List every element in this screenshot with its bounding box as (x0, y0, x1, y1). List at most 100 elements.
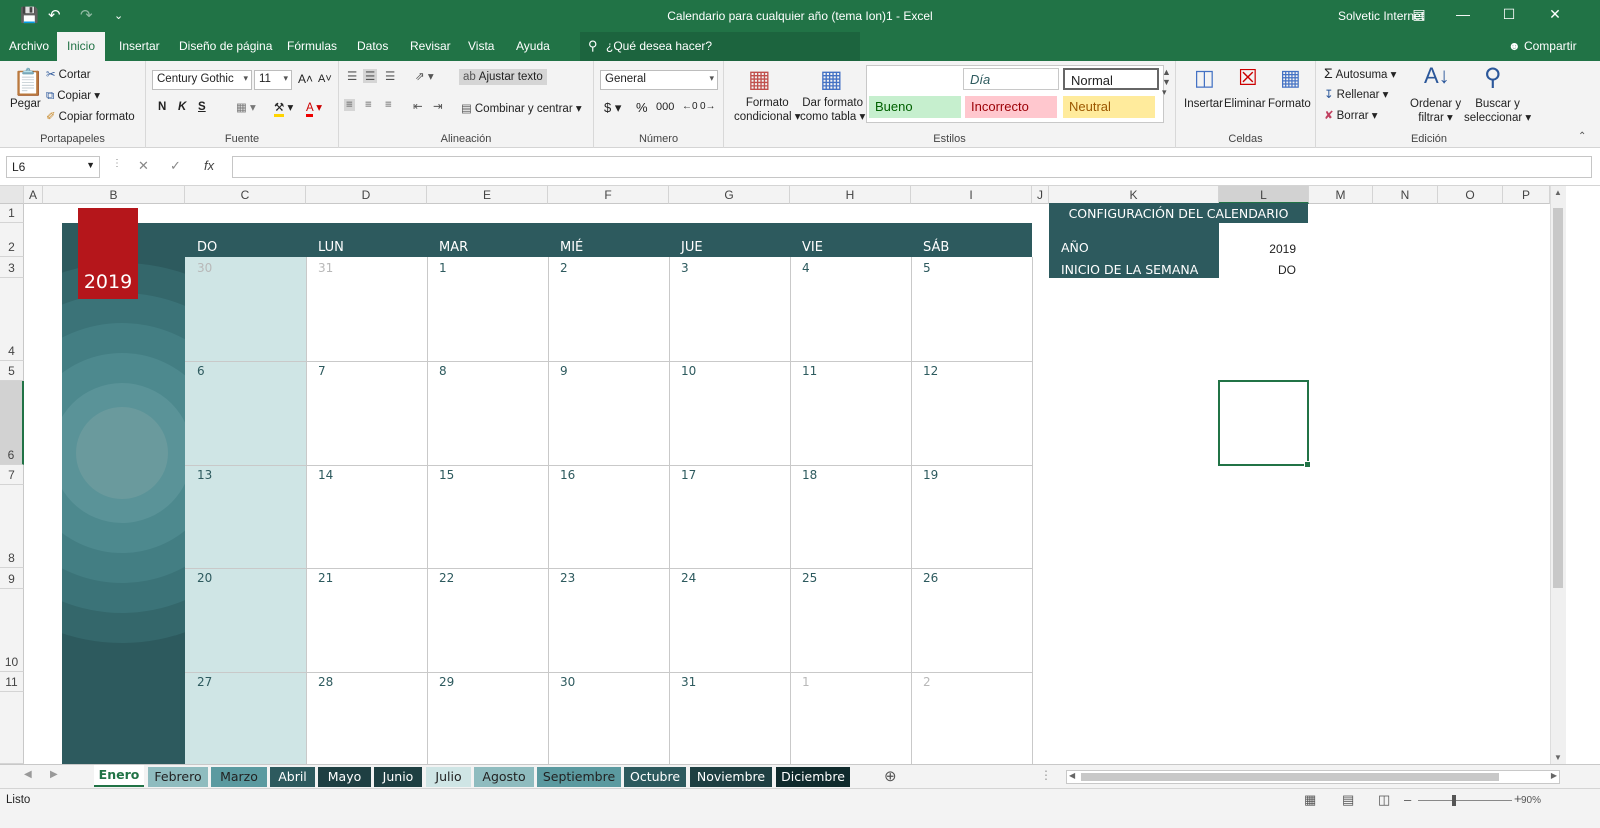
name-box-dropdown-icon[interactable]: ▼ (86, 160, 95, 170)
align-middle-icon[interactable]: ☰ (363, 69, 378, 83)
day-cell[interactable]: 13 (197, 468, 212, 482)
fill-button[interactable]: ↧ Rellenar ▾ (1324, 87, 1388, 101)
sheet-tab-marzo[interactable]: Marzo (211, 767, 267, 787)
row-header-10[interactable]: 10 (0, 589, 24, 672)
tab-archivo[interactable]: Archivo (9, 39, 49, 53)
col-header-i[interactable]: I (911, 186, 1032, 204)
config-year-value[interactable]: 2019 (1236, 242, 1296, 256)
day-cell[interactable]: 9 (560, 364, 568, 378)
style-incorrecto[interactable]: Incorrecto (965, 96, 1057, 118)
day-cell[interactable]: 2 (560, 261, 568, 275)
tab-datos[interactable]: Datos (357, 39, 388, 53)
active-cell-l6[interactable] (1218, 380, 1311, 468)
row-header-2[interactable]: 2 (0, 223, 24, 257)
col-header-l[interactable]: L (1219, 186, 1309, 204)
day-cell[interactable]: 25 (802, 571, 817, 585)
day-cell[interactable]: 6 (197, 364, 205, 378)
day-cell[interactable]: 17 (681, 468, 696, 482)
collapse-ribbon-icon[interactable]: ⌃ (1578, 131, 1586, 142)
cancel-icon[interactable]: ✕ (138, 158, 149, 174)
sheet-tab-mayo[interactable]: Mayo (318, 767, 371, 787)
sheet-tab-octubre[interactable]: Octubre (624, 767, 686, 787)
name-box[interactable]: L6 ▼ (6, 156, 100, 178)
day-cell[interactable]: 20 (197, 571, 212, 585)
day-cell[interactable]: 19 (923, 468, 938, 482)
decrease-font-icon[interactable]: A˅ (318, 73, 332, 85)
day-cell[interactable]: 15 (439, 468, 454, 482)
increase-indent-icon[interactable]: ⇥ (433, 99, 443, 113)
format-cells-icon[interactable]: ▦ (1280, 65, 1301, 91)
page-break-icon[interactable]: ◫ (1378, 792, 1390, 808)
comma-style-icon[interactable]: 000 (656, 101, 674, 113)
worksheet-grid[interactable]: A B C D E F G H I J K L M N O P 1 2 3 4 … (0, 186, 1600, 764)
sheet-tab-abril[interactable]: Abril (270, 767, 315, 787)
day-cell[interactable]: 11 (802, 364, 817, 378)
increase-font-icon[interactable]: A˄ (298, 72, 313, 86)
day-cell[interactable]: 27 (197, 675, 212, 689)
day-cell[interactable]: 10 (681, 364, 696, 378)
tab-split-grip-icon[interactable]: ⋮ (1040, 768, 1052, 782)
bold-button[interactable]: N (158, 101, 166, 113)
day-cell[interactable]: 30 (560, 675, 575, 689)
day-cell[interactable]: 2 (923, 675, 931, 689)
next-sheet-icon[interactable]: ▶ (50, 769, 58, 780)
add-sheet-icon[interactable]: ⊕ (884, 767, 897, 785)
fill-color-icon[interactable]: ⚒ ▾ (274, 100, 293, 117)
percent-icon[interactable]: % (636, 100, 648, 115)
formula-input[interactable] (232, 156, 1592, 178)
italic-button[interactable]: K (178, 101, 186, 113)
zoom-slider[interactable] (1418, 800, 1512, 801)
minimize-icon[interactable]: — (1440, 6, 1486, 22)
tell-me-box[interactable]: ⚲ ¿Qué desea hacer? (580, 32, 860, 61)
conditional-format-button[interactable]: Formato condicional ▾ (734, 97, 801, 123)
row-header-12[interactable] (0, 692, 24, 764)
sheet-tab-julio[interactable]: Julio (426, 767, 471, 787)
zoom-level[interactable]: 90% (1521, 795, 1541, 806)
font-name-select[interactable]: Century Gothic (152, 70, 252, 90)
zoom-out-icon[interactable]: – (1404, 792, 1411, 807)
config-week-start-value[interactable]: DO (1236, 263, 1296, 277)
day-cell[interactable]: 29 (439, 675, 454, 689)
align-top-icon[interactable]: ☰ (347, 69, 357, 83)
day-cell[interactable]: 28 (318, 675, 333, 689)
prev-sheet-icon[interactable]: ◀ (24, 769, 32, 780)
scroll-up-icon[interactable]: ▲ (1554, 188, 1562, 197)
format-as-table-button[interactable]: Dar formato como tabla ▾ (800, 97, 865, 123)
find-select-button[interactable]: Buscar y seleccionar ▾ (1464, 98, 1531, 124)
share-button[interactable]: ☻ Compartir (1508, 39, 1577, 53)
day-cell[interactable]: 24 (681, 571, 696, 585)
day-cell[interactable]: 18 (802, 468, 817, 482)
col-header-h[interactable]: H (790, 186, 911, 204)
day-cell[interactable]: 8 (439, 364, 447, 378)
row-header-7[interactable]: 7 (0, 465, 24, 485)
style-bueno[interactable]: Bueno (869, 96, 961, 118)
merge-center-button[interactable]: ▤ Combinar y centrar ▾ (461, 101, 582, 115)
close-icon[interactable]: ✕ (1532, 6, 1578, 23)
sheet-tab-junio[interactable]: Junio (374, 767, 422, 787)
horizontal-scrollbar[interactable]: ◀ ▶ (1066, 770, 1560, 784)
day-cell[interactable]: 5 (923, 261, 931, 275)
wrap-text-button[interactable]: ab Ajustar texto (459, 69, 547, 85)
zoom-slider-thumb[interactable] (1452, 795, 1456, 806)
day-cell[interactable]: 22 (439, 571, 454, 585)
vertical-scroll-thumb[interactable] (1553, 208, 1563, 588)
autosum-button[interactable]: Σ Autosuma ▾ (1324, 65, 1396, 81)
col-header-j[interactable]: J (1032, 186, 1049, 204)
day-cell[interactable]: 12 (923, 364, 938, 378)
tab-vista[interactable]: Vista (468, 39, 494, 53)
font-color-icon[interactable]: A ▾ (306, 100, 322, 117)
currency-icon[interactable]: $ ▾ (604, 100, 621, 116)
style-dia[interactable]: Día (963, 68, 1059, 90)
row-header-11[interactable]: 11 (0, 672, 24, 692)
style-normal[interactable]: Normal (1063, 68, 1159, 90)
scroll-right-icon[interactable]: ▶ (1551, 771, 1557, 780)
align-right-icon[interactable]: ≡ (385, 99, 392, 111)
normal-view-icon[interactable]: ▦ (1304, 792, 1316, 808)
cut-button[interactable]: ✂ Cortar (46, 67, 91, 81)
col-header-p[interactable]: P (1503, 186, 1550, 204)
sort-filter-icon[interactable]: A↓ (1424, 63, 1450, 89)
decrease-indent-icon[interactable]: ⇤ (413, 99, 423, 113)
paste-icon[interactable]: 📋 (12, 67, 44, 98)
orientation-icon[interactable]: ⇗ ▾ (415, 69, 434, 83)
tab-revisar[interactable]: Revisar (410, 39, 451, 53)
